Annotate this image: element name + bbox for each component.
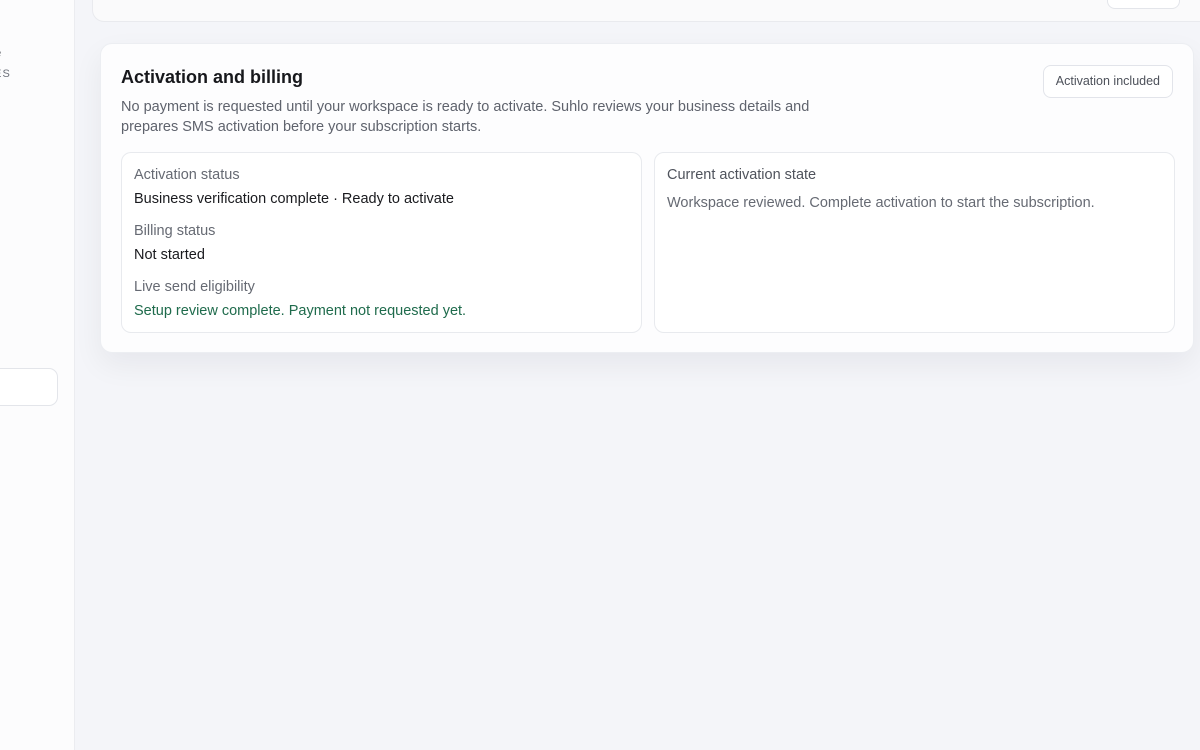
current-state-text: Workspace reviewed. Complete activation … [667, 195, 1095, 211]
status-panel: Activation status Business verification … [121, 152, 642, 333]
section-title: Activation and billing [121, 67, 304, 87]
section-description: No payment is requested until your works… [121, 99, 810, 135]
sidebar: e ES [0, 0, 75, 750]
live-send-eligibility-label: Live send eligibility [134, 279, 255, 295]
billing-status-label: Billing status [134, 223, 216, 239]
sidebar-user-role: ES [0, 68, 12, 80]
current-state-label: Current activation state [667, 167, 817, 183]
sidebar-action-button[interactable] [0, 368, 58, 406]
current-state-panel: Current activation state Workspace revie… [654, 152, 1175, 333]
activation-billing-card: Activation and billing No payment is req… [100, 43, 1194, 353]
billing-status-value: Not started [134, 247, 205, 263]
previous-section-card [92, 0, 1200, 22]
activation-included-badge: Activation included [1042, 65, 1173, 98]
previous-section-button[interactable] [1107, 0, 1180, 9]
activation-status-label: Activation status [134, 167, 240, 183]
activation-status-value: Business verification complete · Ready t… [134, 191, 454, 207]
live-send-eligibility-value: Setup review complete. Payment not reque… [134, 303, 467, 319]
sidebar-user-name: e [0, 45, 1, 60]
